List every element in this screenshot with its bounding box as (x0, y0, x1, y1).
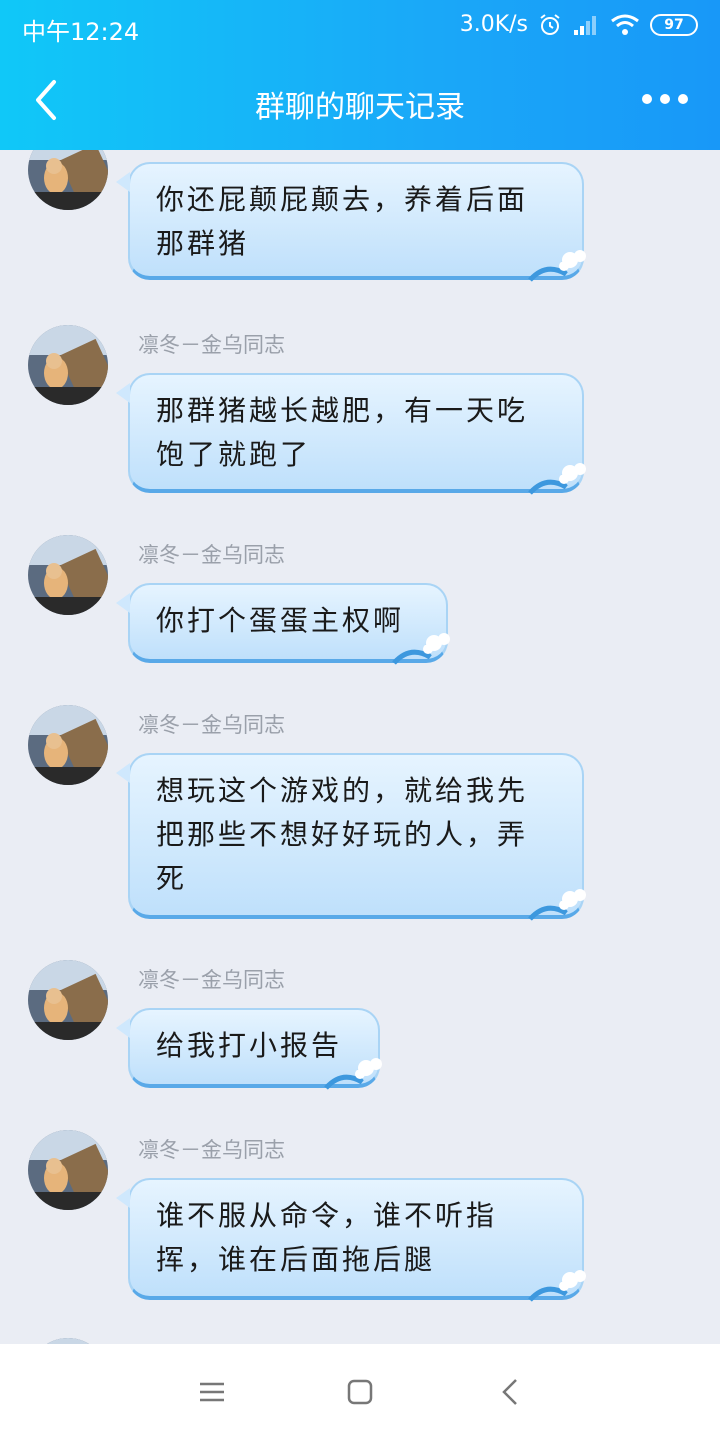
alarm-icon (540, 13, 560, 35)
header-bar: 中午12:24 3.0K/s 97 群聊的聊天记录 (0, 0, 720, 150)
avatar[interactable] (28, 150, 108, 210)
message-text: 给我打小报告 (156, 1029, 343, 1062)
message-text: 你还屁颠屁颠去，养着后面那群猪 (156, 183, 529, 260)
signal-icon (574, 15, 596, 35)
avatar[interactable] (28, 960, 108, 1040)
sender-name: 凛冬－金乌同志 (138, 333, 285, 357)
sender-name: 凛冬－金乌同志 (138, 713, 285, 737)
message-text: 谁不服从命令，谁不听指挥，谁在后面拖后腿 (156, 1199, 498, 1276)
wifi-icon (611, 14, 639, 35)
nav-back-icon[interactable] (496, 1376, 528, 1408)
sender-name: 凛冬－金乌同志 (138, 543, 285, 567)
sender-name: 凛冬－金乌同志 (138, 1138, 285, 1162)
avatar[interactable] (28, 535, 108, 615)
status-bar: 中午12:24 3.0K/s 97 (0, 0, 720, 54)
message-bubble[interactable]: 谁不服从命令，谁不听指挥，谁在后面拖后腿 (116, 1178, 586, 1302)
wave-decoration-icon (528, 889, 586, 921)
status-right: 3.0K/s 97 (460, 12, 698, 37)
network-speed: 3.0K/s (459, 12, 528, 37)
wave-decoration-icon (528, 1270, 586, 1302)
system-nav-bar (0, 1344, 720, 1440)
message-bubble[interactable]: 你还屁颠屁颠去，养着后面那群猪 (116, 162, 586, 282)
nav-bar: 群聊的聊天记录 (0, 54, 720, 150)
sender-name: 凛冬－金乌同志 (138, 968, 285, 992)
home-icon[interactable] (344, 1376, 376, 1408)
message-text: 想玩这个游戏的，就给我先把那些不想好好玩的人，弄死 (156, 774, 529, 895)
message-bubble[interactable]: 那群猪越长越肥，有一天吃饱了就跑了 (116, 373, 586, 495)
message-bubble[interactable]: 给我打小报告 (116, 1008, 382, 1090)
more-icon[interactable] (642, 94, 688, 104)
wave-decoration-icon (528, 463, 586, 495)
message-text: 那群猪越长越肥，有一天吃饱了就跑了 (156, 394, 529, 471)
menu-icon[interactable] (196, 1376, 228, 1408)
avatar[interactable] (28, 705, 108, 785)
page-title: 群聊的聊天记录 (255, 90, 465, 125)
wave-decoration-icon (392, 633, 450, 665)
avatar[interactable] (28, 1130, 108, 1210)
message-bubble[interactable]: 想玩这个游戏的，就给我先把那些不想好好玩的人，弄死 (116, 753, 586, 921)
message-text: 你打个蛋蛋主权啊 (156, 604, 405, 637)
wave-decoration-icon (324, 1058, 382, 1090)
wave-decoration-icon (528, 250, 586, 282)
message-bubble[interactable]: 你打个蛋蛋主权啊 (116, 583, 450, 665)
avatar[interactable] (28, 325, 108, 405)
battery-icon: 97 (650, 13, 698, 36)
status-time: 中午12:24 (22, 18, 140, 46)
chat-list[interactable]: 你还屁颠屁颠去，养着后面那群猪 凛冬－金乌同志 那群猪越长越肥，有一天吃饱了就跑… (0, 150, 720, 1344)
